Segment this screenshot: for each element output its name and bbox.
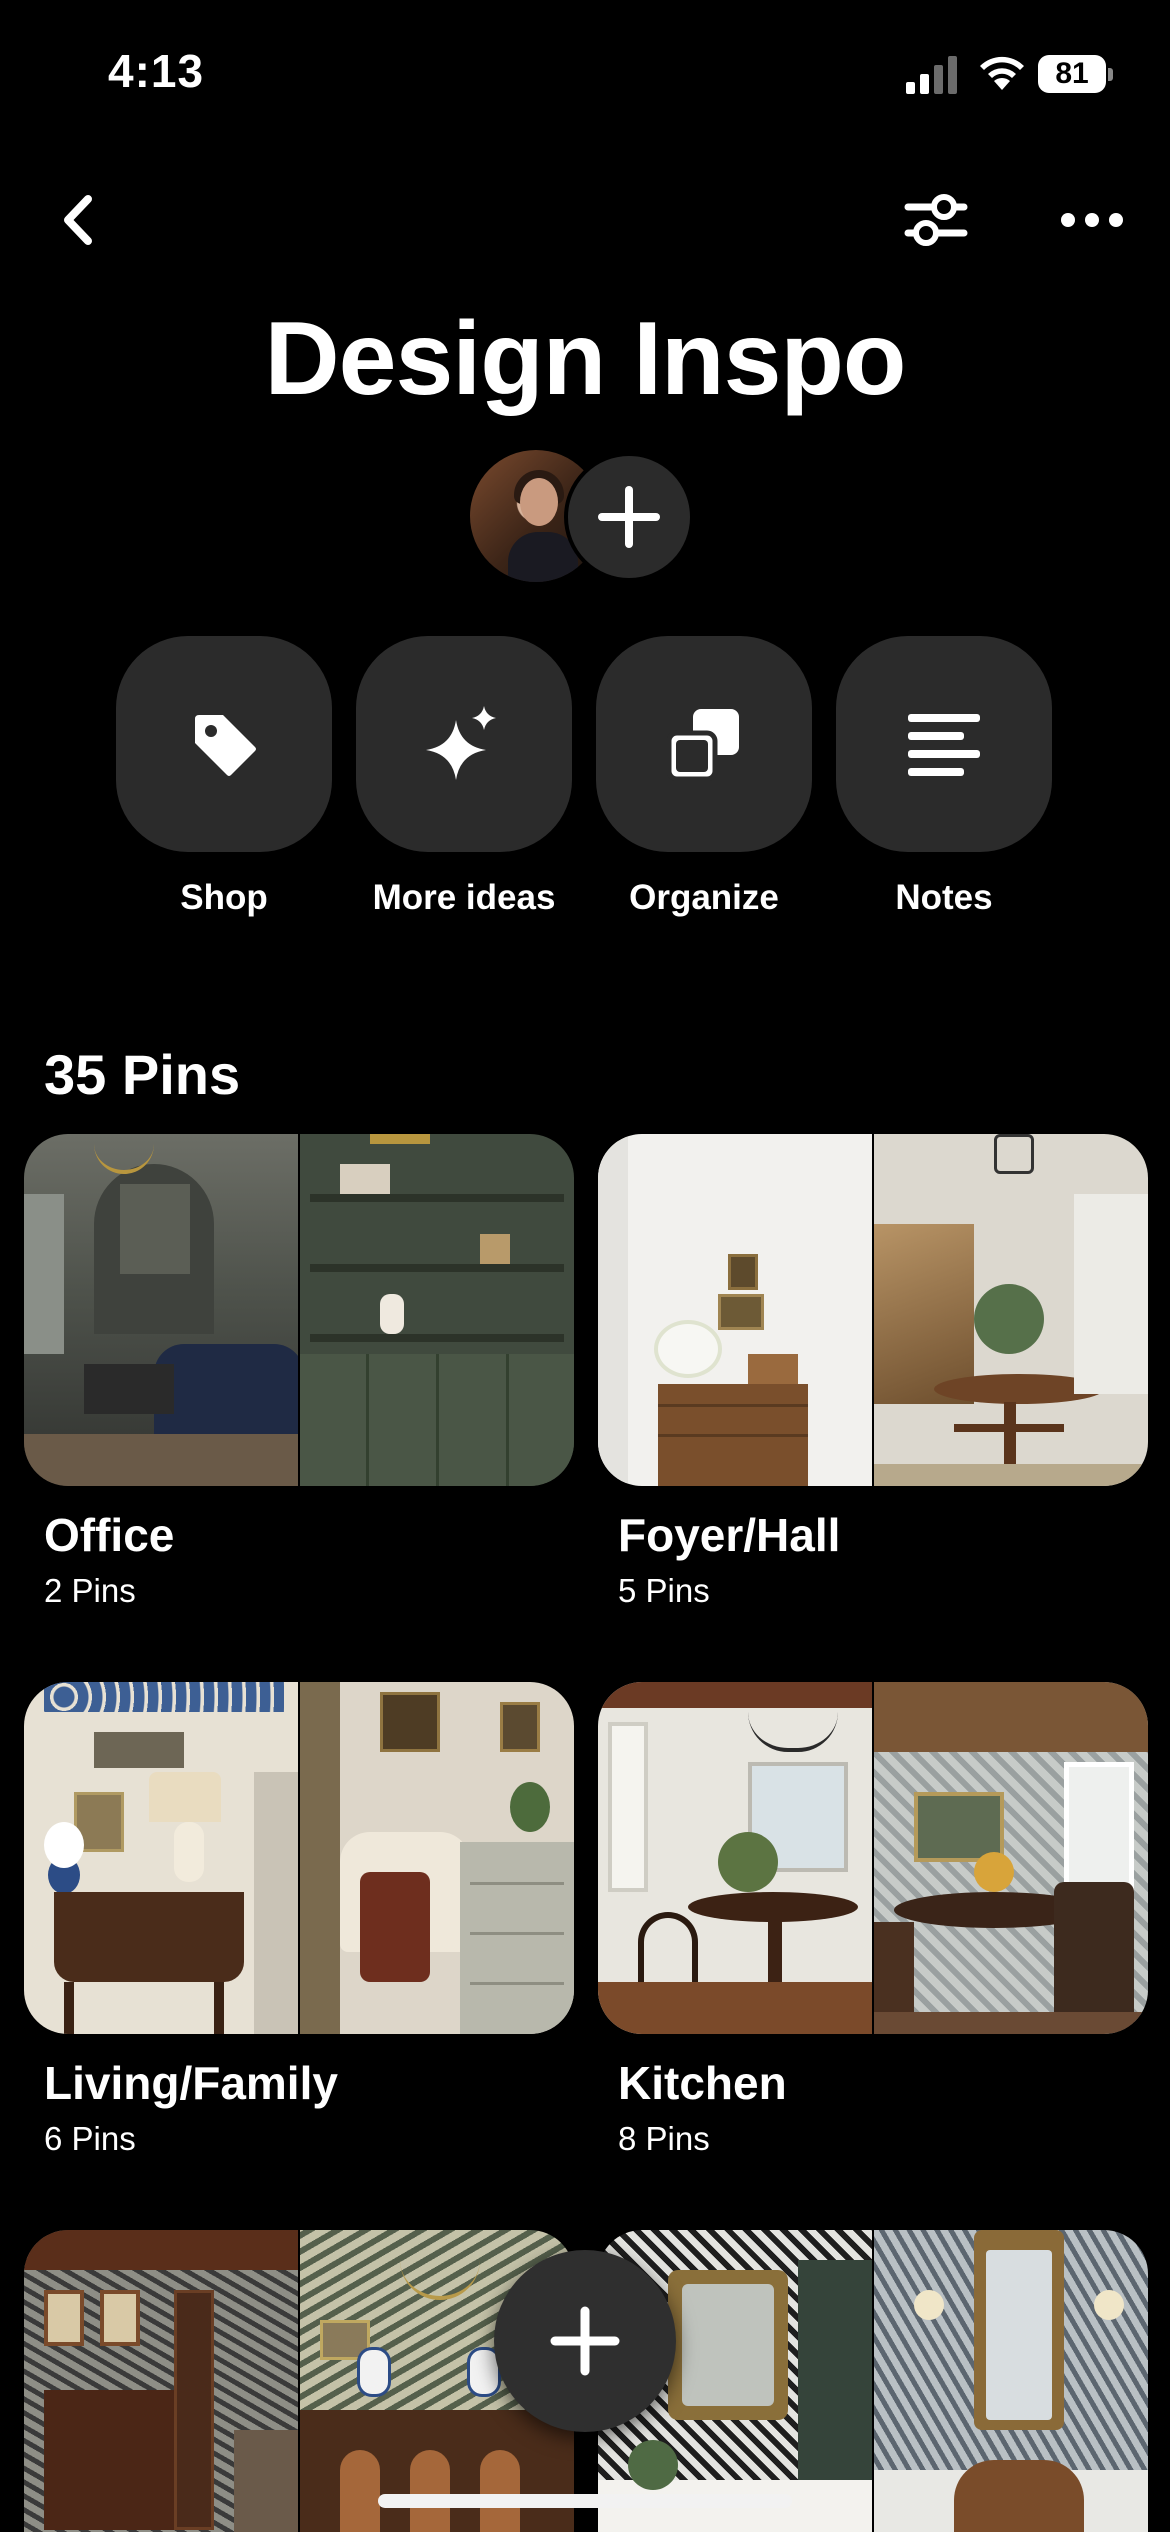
cover-image xyxy=(874,1682,1148,2034)
section-cover[interactable] xyxy=(24,1682,574,2034)
filter-button[interactable] xyxy=(900,188,972,252)
section-pin-count: 8 Pins xyxy=(618,2120,710,2157)
pins-count: 35 Pins xyxy=(44,1043,241,1106)
section-dining[interactable] xyxy=(24,2230,574,2532)
more-horizontal-icon xyxy=(1061,213,1123,227)
cover-image xyxy=(598,1134,872,1486)
section-pin-count: 6 Pins xyxy=(44,2120,136,2157)
cover-image xyxy=(24,1682,298,2034)
section-pin-count: 2 Pins xyxy=(44,1572,136,1609)
chevron-left-icon xyxy=(64,195,92,245)
section-living-family[interactable]: Living/Family 6 Pins xyxy=(24,1682,574,2158)
section-pin-count: 5 Pins xyxy=(618,1572,710,1609)
notes-button[interactable]: Notes xyxy=(836,636,1052,918)
home-indicator[interactable] xyxy=(378,2494,792,2508)
more-ideas-button[interactable]: More ideas xyxy=(356,636,572,918)
section-cover[interactable] xyxy=(24,1134,574,1486)
cover-image xyxy=(300,1134,574,1486)
notes-label: Notes xyxy=(895,878,993,917)
section-kitchen[interactable]: Kitchen 8 Pins xyxy=(598,1682,1148,2158)
plus-icon xyxy=(598,486,660,548)
add-collaborator-button[interactable] xyxy=(564,452,694,582)
section-title: Living/Family xyxy=(44,2057,338,2109)
battery-level: 81 xyxy=(1038,55,1106,93)
notes-icon xyxy=(908,714,980,776)
status-time: 4:13 xyxy=(108,45,205,97)
cover-image xyxy=(24,2230,298,2532)
battery-icon: 81 xyxy=(1038,55,1114,93)
shop-tile[interactable] xyxy=(116,636,332,852)
shop-button[interactable]: Shop xyxy=(116,636,332,918)
sparkle-icon xyxy=(426,706,496,780)
back-button[interactable] xyxy=(48,190,108,250)
organize-tile[interactable] xyxy=(596,636,812,852)
section-title: Office xyxy=(44,1509,175,1561)
organize-button[interactable]: Organize xyxy=(596,636,812,918)
sliders-icon xyxy=(904,194,968,246)
tag-icon xyxy=(195,715,256,776)
more-ideas-tile[interactable] xyxy=(356,636,572,852)
board-title: Design Inspo xyxy=(264,301,907,417)
cover-image xyxy=(874,2230,1148,2532)
cover-image xyxy=(874,1134,1148,1486)
organize-icon xyxy=(667,709,739,781)
cover-image xyxy=(24,1134,298,1486)
board-actions: Shop More ideas Organize Notes xyxy=(116,636,1054,926)
cellular-signal-icon xyxy=(906,56,957,94)
section-title: Foyer/Hall xyxy=(618,1509,841,1561)
section-cover[interactable] xyxy=(598,2230,1148,2532)
plus-icon xyxy=(550,2306,620,2376)
section-cover[interactable] xyxy=(24,2230,574,2532)
section-foyer-hall[interactable]: Foyer/Hall 5 Pins xyxy=(598,1134,1148,1610)
section-title: Kitchen xyxy=(618,2057,787,2109)
cover-image xyxy=(300,1682,574,2034)
section-cover[interactable] xyxy=(598,1134,1148,1486)
wifi-icon xyxy=(980,56,1024,90)
cover-image xyxy=(598,1682,872,2034)
notes-tile[interactable] xyxy=(836,636,1052,852)
section-bath[interactable] xyxy=(598,2230,1148,2532)
more-options-button[interactable] xyxy=(1056,196,1128,244)
section-cover[interactable] xyxy=(598,1682,1148,2034)
add-pin-button[interactable] xyxy=(494,2250,676,2432)
status-bar: 4:13 81 xyxy=(0,0,1170,150)
section-office[interactable]: Office 2 Pins xyxy=(24,1134,574,1610)
